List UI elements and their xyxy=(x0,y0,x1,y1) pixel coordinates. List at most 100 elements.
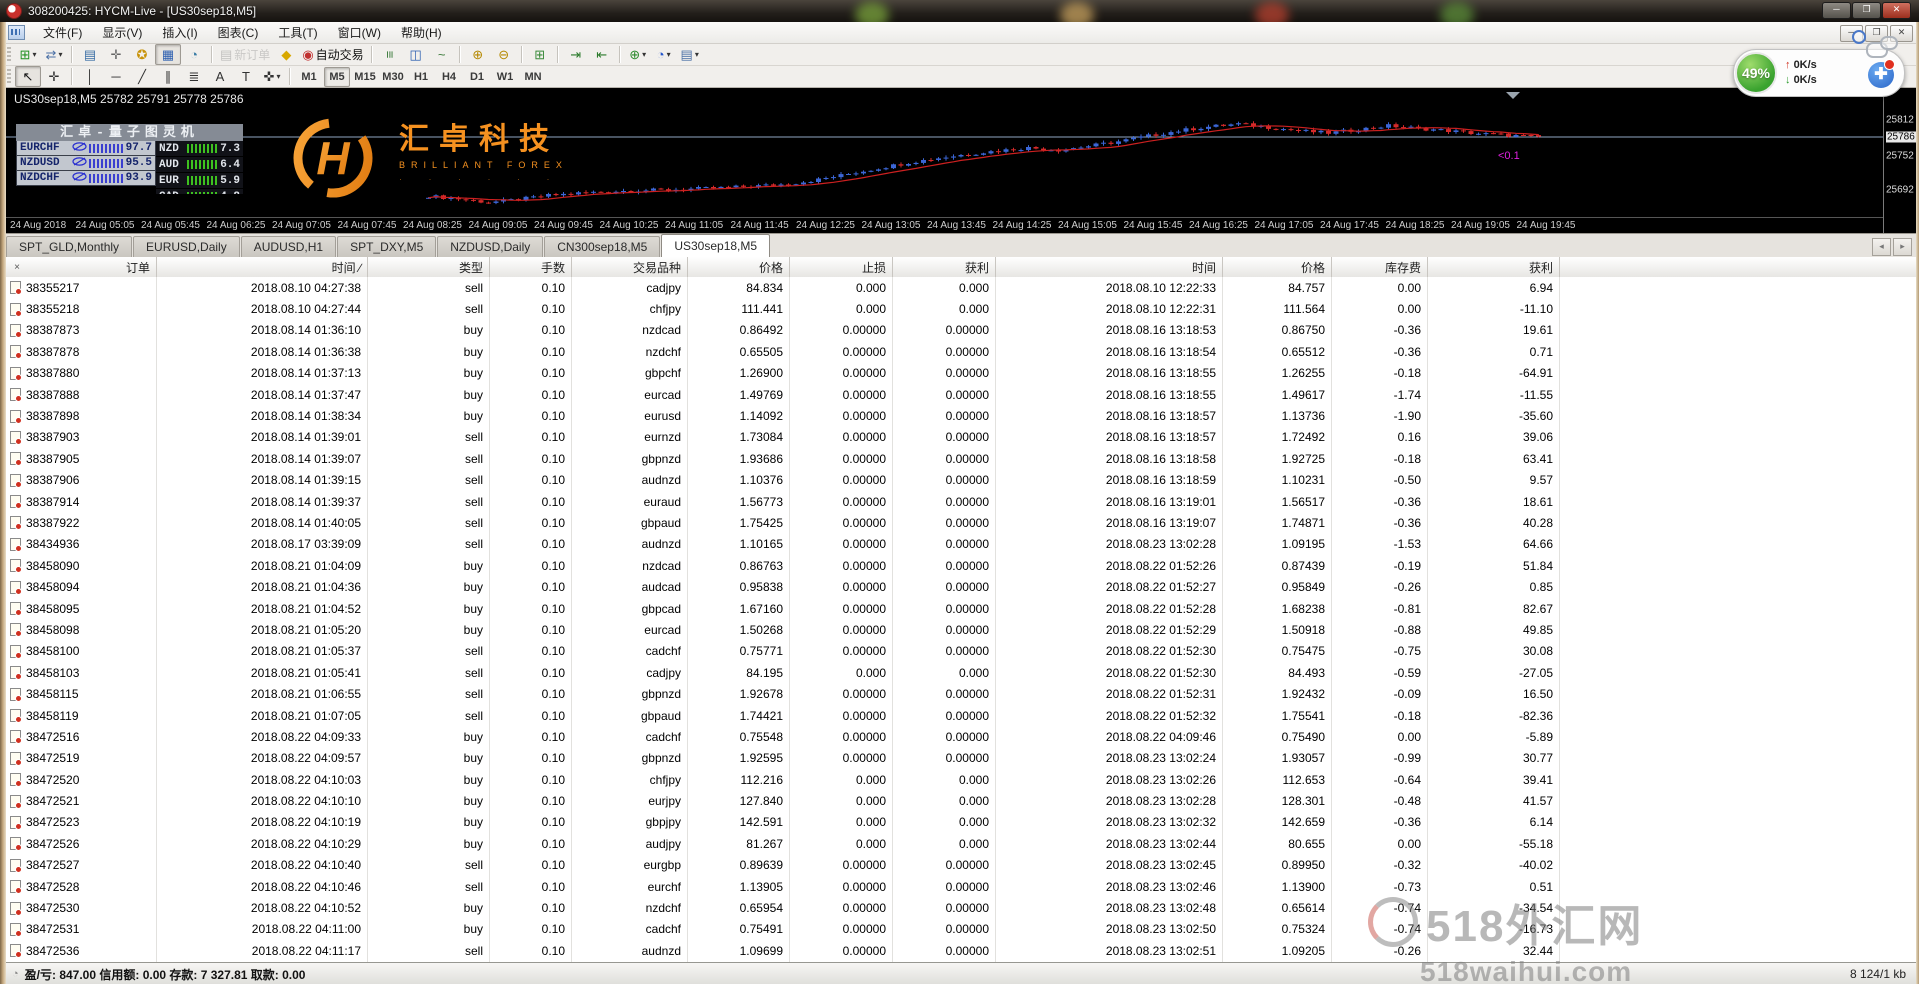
horizontal-line-button[interactable]: ─ xyxy=(103,66,129,87)
market-watch-button[interactable]: ▤ xyxy=(77,44,103,65)
table-row[interactable]: 38472526 2018.08.22 04:10:29 buy 0.10 audjpy… xyxy=(6,833,1916,855)
equidistant-channel-button[interactable]: ∥ xyxy=(155,66,181,87)
table-row[interactable]: 38458119 2018.08.21 01:07:05 sell 0.10 gbpau… xyxy=(6,704,1916,727)
column-header-8[interactable]: 时间 xyxy=(996,257,1223,277)
text-label-button[interactable]: T xyxy=(233,66,259,87)
bar-chart-mode-button[interactable]: ≡ xyxy=(377,44,403,65)
table-row[interactable]: 38387903 2018.08.14 01:39:01 sell 0.10 eurnz… xyxy=(6,426,1916,449)
new-chart-dropdown-icon[interactable]: ▾ xyxy=(32,50,36,59)
table-row[interactable]: 38472520 2018.08.22 04:10:03 buy 0.10 chfjpy… xyxy=(6,768,1916,791)
column-header-4[interactable]: 交易品种 xyxy=(572,257,688,277)
minimize-button[interactable]: ─ xyxy=(1822,2,1851,19)
indicators-button[interactable]: ⊕ ▾ xyxy=(625,44,651,65)
table-row[interactable]: 38458095 2018.08.21 01:04:52 buy 0.10 gbpcad… xyxy=(6,597,1916,620)
table-row[interactable]: 38472527 2018.08.22 04:10:40 sell 0.10 eurgb… xyxy=(6,854,1916,876)
templates-button[interactable]: ▤ ▾ xyxy=(677,44,703,65)
tabs-scroll-right-button[interactable]: ▸ xyxy=(1893,238,1912,256)
table-row[interactable]: 38458115 2018.08.21 01:06:55 sell 0.10 gbpnz… xyxy=(6,683,1916,705)
timeframe-d1-button[interactable]: D1 xyxy=(464,67,490,87)
history-table-body[interactable]: 38355217 2018.08.10 04:27:38 sell 0.10 cadjp… xyxy=(6,277,1916,962)
menu-item-5[interactable]: 窗口(W) xyxy=(328,23,391,43)
timeframe-m1-button[interactable]: M1 xyxy=(296,67,322,87)
column-header-2[interactable]: 类型 xyxy=(368,257,490,277)
table-row[interactable]: 38355217 2018.08.10 04:27:38 sell 0.10 cadjp… xyxy=(6,277,1916,299)
chart-tab-spt-dxy-m5[interactable]: SPT_DXY,M5 xyxy=(337,236,437,258)
chart-area[interactable]: US30sep18,M5 25782 25791 25778 25786 <0.… xyxy=(6,88,1917,234)
table-row[interactable]: 38387906 2018.08.14 01:39:15 sell 0.10 audnz… xyxy=(6,469,1916,491)
arrows-dropdown-icon[interactable]: ▾ xyxy=(276,72,280,81)
table-row[interactable]: 38472530 2018.08.22 04:10:52 buy 0.10 nzdchf… xyxy=(6,897,1916,919)
line-chart-mode-button[interactable]: ~ xyxy=(429,44,455,65)
timeframe-m30-button[interactable]: M30 xyxy=(380,67,406,87)
chart-tab-audusd-h1[interactable]: AUDUSD,H1 xyxy=(240,236,337,258)
table-row[interactable]: 38458098 2018.08.21 01:05:20 buy 0.10 eurcad… xyxy=(6,619,1916,641)
vertical-line-button[interactable]: │ xyxy=(77,66,103,87)
timeframe-m15-button[interactable]: M15 xyxy=(352,67,378,87)
toolbar-grip[interactable] xyxy=(7,68,11,85)
timeframe-m5-button[interactable]: M5 xyxy=(324,66,350,87)
new-order-button[interactable]: ▤ 新订单 xyxy=(217,44,273,65)
data-window-button[interactable]: ✛ xyxy=(103,44,129,65)
templates-dropdown-icon[interactable]: ▾ xyxy=(695,50,699,59)
table-row[interactable]: 38355218 2018.08.10 04:27:44 sell 0.10 chfjp… xyxy=(6,298,1916,320)
table-row[interactable]: 38458100 2018.08.21 01:05:37 sell 0.10 cadch… xyxy=(6,640,1916,663)
price-scale[interactable]: 25812 25786 25752 25692 xyxy=(1883,88,1917,233)
candlestick-mode-button[interactable]: ◫ xyxy=(403,44,429,65)
table-row[interactable]: 38472519 2018.08.22 04:09:57 buy 0.10 gbpnzd… xyxy=(6,747,1916,769)
terminal-close-icon[interactable]: × xyxy=(9,260,25,276)
column-header-10[interactable]: 库存费 xyxy=(1332,257,1428,277)
navigator-button[interactable]: ✪ xyxy=(129,44,155,65)
column-header-3[interactable]: 手数 xyxy=(490,257,572,277)
new-chart-button[interactable]: ⊞ ▾ xyxy=(15,44,41,65)
close-button[interactable]: ✕ xyxy=(1882,2,1911,19)
table-row[interactable]: 38387888 2018.08.14 01:37:47 buy 0.10 eurcad… xyxy=(6,383,1916,406)
table-row[interactable]: 38472536 2018.08.22 04:11:17 sell 0.10 audnz… xyxy=(6,940,1916,962)
table-row[interactable]: 38387922 2018.08.14 01:40:05 sell 0.10 gbpau… xyxy=(6,512,1916,534)
profiles-dropdown-icon[interactable]: ▾ xyxy=(58,50,62,59)
time-axis[interactable]: 24 Aug 2018 24 Aug 05:05 24 Aug 05:45 24 Au… xyxy=(6,217,1883,234)
column-header-1[interactable]: 时间 ∕ xyxy=(157,257,368,277)
timeframe-h4-button[interactable]: H4 xyxy=(436,67,462,87)
title-bar[interactable]: 308200425: HYCM-Live - [US30sep18,M5] ─ … xyxy=(0,0,1919,22)
periods-button[interactable]: ◔ ▾ xyxy=(651,44,677,65)
chart-tab-cn300sep18-m5[interactable]: CN300sep18,M5 xyxy=(544,236,661,258)
column-header-9[interactable]: 价格 xyxy=(1223,257,1332,277)
column-header-7[interactable]: 获利 xyxy=(893,257,996,277)
table-row[interactable]: 38387873 2018.08.14 01:36:10 buy 0.10 nzdcad… xyxy=(6,319,1916,342)
timeframe-w1-button[interactable]: W1 xyxy=(492,67,518,87)
timeframe-mn-button[interactable]: MN xyxy=(520,67,546,87)
menu-item-2[interactable]: 插入(I) xyxy=(152,23,207,43)
table-row[interactable]: 38387898 2018.08.14 01:38:34 buy 0.10 eurusd… xyxy=(6,405,1916,427)
table-row[interactable]: 38472531 2018.08.22 04:11:00 buy 0.10 cadchf… xyxy=(6,918,1916,941)
table-row[interactable]: 38472521 2018.08.22 04:10:10 buy 0.10 eurjpy… xyxy=(6,790,1916,812)
menu-item-4[interactable]: 工具(T) xyxy=(268,23,327,43)
autotrading-button[interactable]: ◉ 自动交易 xyxy=(299,44,366,65)
table-row[interactable]: 38472523 2018.08.22 04:10:19 buy 0.10 gbpjpy… xyxy=(6,811,1916,834)
arrows-button[interactable]: ✜ ▾ xyxy=(259,66,285,87)
fibonacci-button[interactable]: ≣ xyxy=(181,66,207,87)
toolbar-grip[interactable] xyxy=(7,46,11,63)
profiles-button[interactable]: ⇄ ▾ xyxy=(41,44,67,65)
table-row[interactable]: 38387878 2018.08.14 01:36:38 buy 0.10 nzdchf… xyxy=(6,341,1916,363)
table-row[interactable]: 38387905 2018.08.14 01:39:07 sell 0.10 gbpnz… xyxy=(6,448,1916,470)
column-header-0[interactable]: 订单 xyxy=(6,257,157,277)
timeframe-h1-button[interactable]: H1 xyxy=(408,67,434,87)
column-header-6[interactable]: 止损 xyxy=(790,257,893,277)
column-header-11[interactable]: 获利 xyxy=(1428,257,1560,277)
menu-item-1[interactable]: 显示(V) xyxy=(92,23,152,43)
indicators-dropdown-icon[interactable]: ▾ xyxy=(642,50,646,59)
table-row[interactable]: 38458090 2018.08.21 01:04:09 buy 0.10 nzdcad… xyxy=(6,555,1916,577)
terminal-button[interactable]: ▦ xyxy=(155,44,181,65)
text-button[interactable]: A xyxy=(207,66,233,87)
chart-tab-us30sep18-m5[interactable]: US30sep18,M5 xyxy=(661,234,771,258)
chart-shift-button[interactable]: ⇤ xyxy=(589,44,615,65)
chart-tab-spt-gld-monthly[interactable]: SPT_GLD,Monthly xyxy=(6,236,133,258)
table-row[interactable]: 38458103 2018.08.21 01:05:41 sell 0.10 cadjp… xyxy=(6,662,1916,684)
table-row[interactable]: 38387880 2018.08.14 01:37:13 buy 0.10 gbpchf… xyxy=(6,362,1916,384)
metaeditor-button[interactable]: ◆ xyxy=(273,44,299,65)
menu-item-0[interactable]: 文件(F) xyxy=(33,23,92,43)
tile-windows-button[interactable]: ⊞ xyxy=(527,44,553,65)
chart-plot[interactable]: US30sep18,M5 25782 25791 25778 25786 <0.… xyxy=(6,88,1883,217)
restore-button[interactable]: ❐ xyxy=(1852,2,1881,19)
zoom-out-button[interactable]: ⊖ xyxy=(491,44,517,65)
